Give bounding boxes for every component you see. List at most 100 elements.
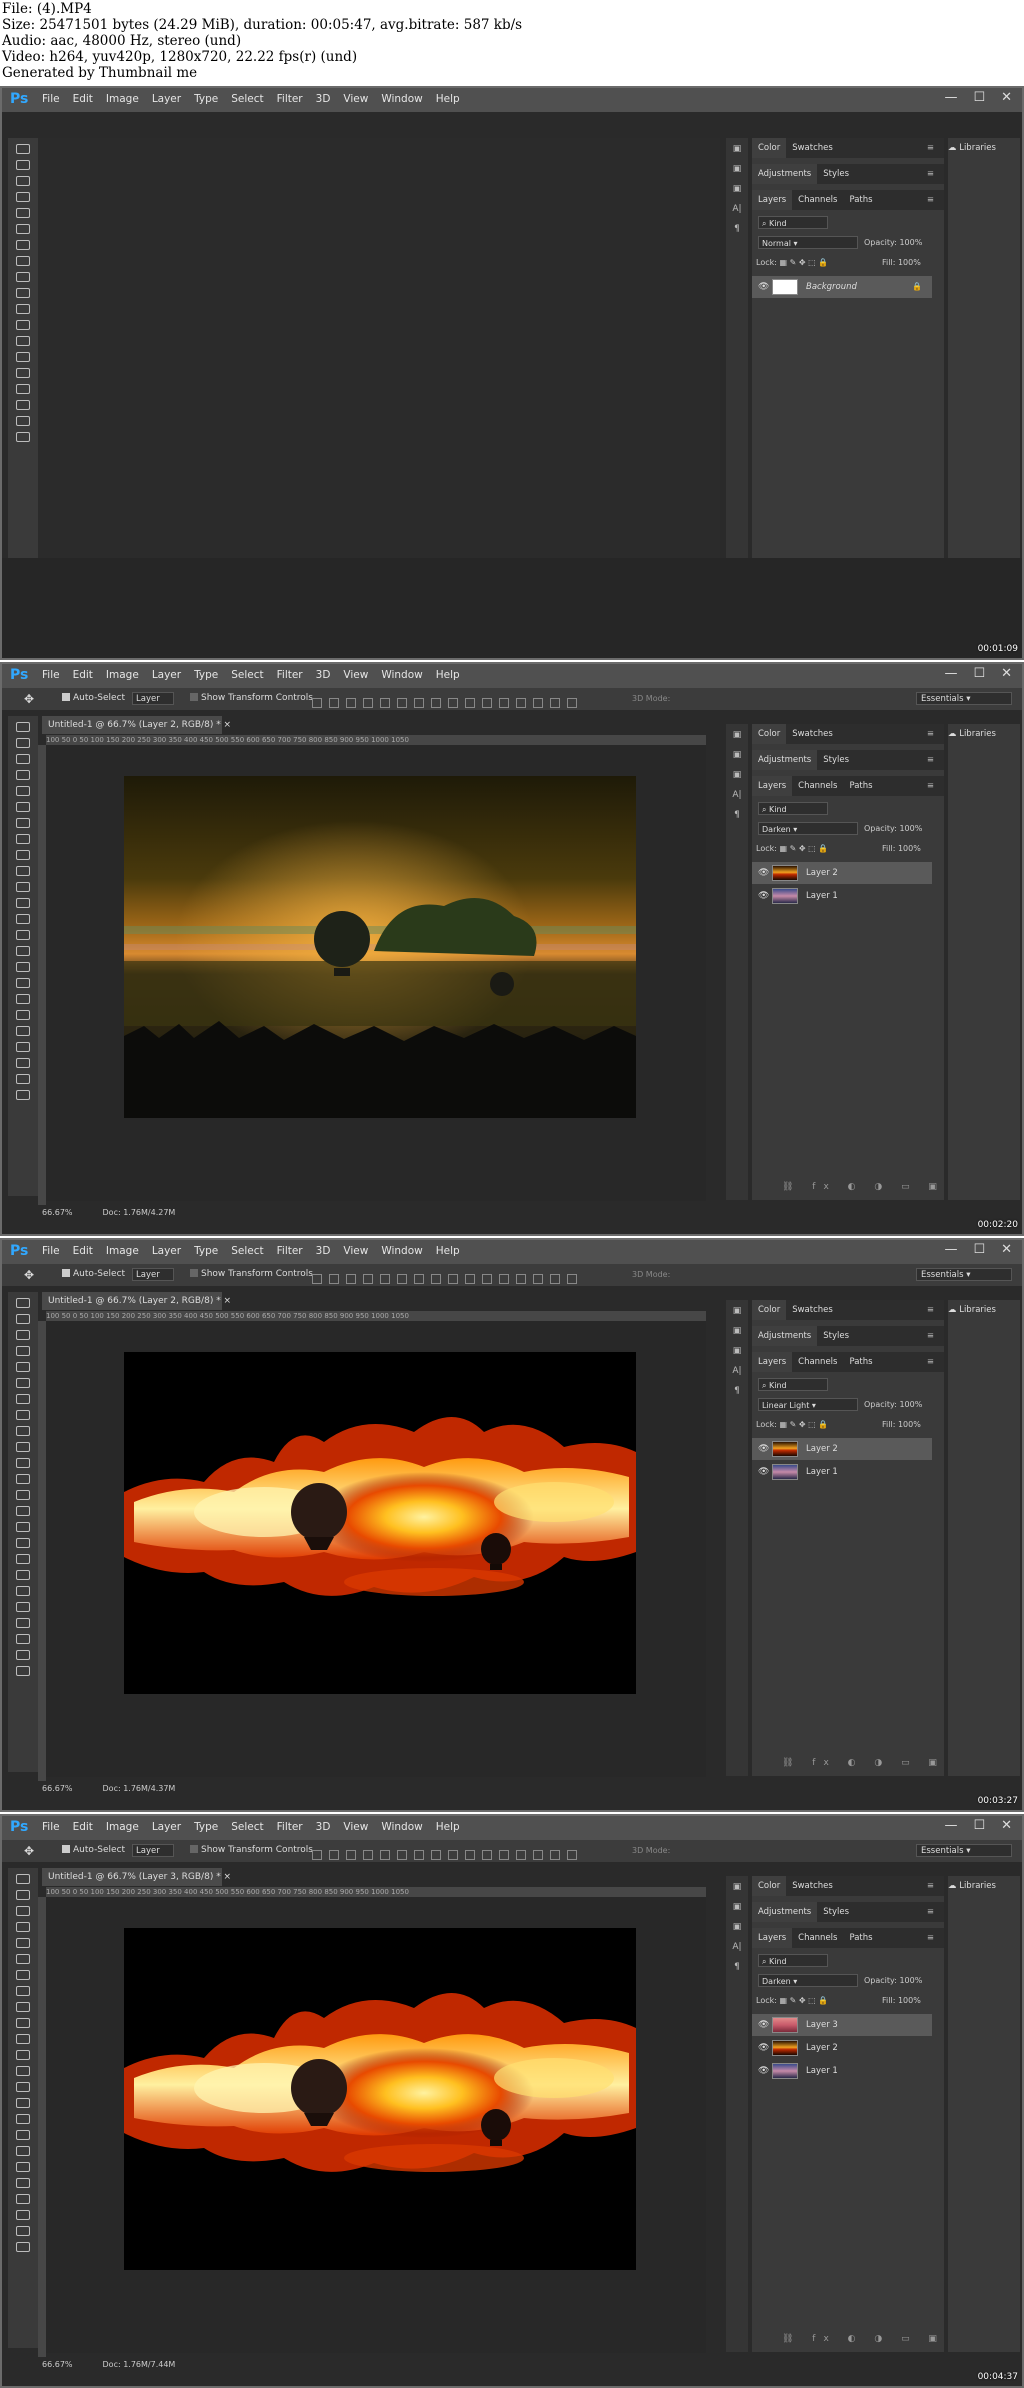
layer-row[interactable]: 👁 Layer 2 (752, 862, 932, 884)
hand-tool-icon[interactable] (16, 432, 30, 442)
maximize-button[interactable]: ☐ (973, 90, 985, 105)
panel-menu-icon[interactable]: ≡ (921, 1928, 940, 1948)
menu-item-help[interactable]: Help (436, 1821, 460, 1833)
more-tools-icon[interactable] (16, 1618, 30, 1628)
show-transform-checkbox[interactable]: Show Transform Controls (190, 1269, 313, 1279)
visibility-eye-icon[interactable]: 👁 (758, 885, 769, 907)
align-icon[interactable] (499, 698, 509, 708)
tab-paths[interactable]: Paths (843, 190, 878, 210)
tab-paths[interactable]: Paths (843, 1928, 878, 1948)
auto-select-checkbox[interactable]: Auto-Select (62, 693, 125, 703)
move-tool-icon[interactable] (16, 1298, 30, 1308)
minimize-button[interactable]: — (944, 1818, 957, 1833)
layer-row[interactable]: 👁 Layer 2 (752, 2037, 932, 2059)
lasso-tool-icon[interactable] (16, 176, 30, 186)
menu-item-filter[interactable]: Filter (277, 669, 303, 681)
history-brush-icon[interactable] (16, 1442, 30, 1452)
visibility-eye-icon[interactable]: 👁 (758, 2014, 769, 2036)
align-icon[interactable] (414, 698, 424, 708)
align-icon[interactable] (380, 698, 390, 708)
eraser-tool-icon[interactable] (16, 304, 30, 314)
color-swatches-icon[interactable] (16, 1074, 30, 1084)
paragraph-icon[interactable]: ¶ (726, 224, 748, 234)
paragraph-icon[interactable]: ¶ (726, 1962, 748, 1972)
paragraph-icon[interactable]: ¶ (726, 810, 748, 820)
tab-swatches[interactable]: Swatches (786, 138, 839, 158)
brush-presets-icon[interactable]: ▣ (726, 184, 748, 194)
tab-channels[interactable]: Channels (792, 1928, 843, 1948)
document-tab[interactable]: Untitled-1 @ 66.7% (Layer 2, RGB/8) * × (42, 716, 231, 734)
align-icon[interactable] (312, 698, 322, 708)
brush-tool-icon[interactable] (16, 1410, 30, 1420)
eraser-tool-icon[interactable] (16, 2034, 30, 2044)
align-icon[interactable] (431, 1850, 441, 1860)
move-tool-icon[interactable]: ✥ (24, 1268, 34, 1282)
opacity-control[interactable]: Opacity: 100% (864, 1400, 922, 1409)
history-icon[interactable]: ▣ (726, 1882, 748, 1892)
properties-icon[interactable]: ▣ (726, 164, 748, 174)
clone-stamp-icon[interactable] (16, 272, 30, 282)
brush-presets-icon[interactable]: ▣ (726, 1346, 748, 1356)
eyedropper-tool-icon[interactable] (16, 802, 30, 812)
eyedropper-tool-icon[interactable] (16, 224, 30, 234)
history-icon[interactable]: ▣ (726, 144, 748, 154)
crop-tool-icon[interactable] (16, 1362, 30, 1372)
visibility-eye-icon[interactable]: 👁 (758, 1438, 769, 1460)
minimize-button[interactable]: — (944, 90, 957, 105)
pen-tool-icon[interactable] (16, 368, 30, 378)
align-icon[interactable] (431, 1274, 441, 1284)
align-icon[interactable] (516, 1274, 526, 1284)
kind-filter-dropdown[interactable]: ⌕ Kind (758, 216, 828, 229)
panel-menu-icon[interactable]: ≡ (921, 1326, 940, 1346)
menu-item-file[interactable]: File (42, 93, 60, 105)
menu-item-select[interactable]: Select (231, 1821, 263, 1833)
auto-select-checkbox[interactable]: Auto-Select (62, 1269, 125, 1279)
menu-item-view[interactable]: View (343, 1821, 368, 1833)
move-tool-icon[interactable] (16, 722, 30, 732)
type-tool-icon[interactable] (16, 2114, 30, 2124)
align-icon[interactable] (363, 698, 373, 708)
tab-styles[interactable]: Styles (817, 1902, 855, 1922)
layer-row[interactable]: 👁 Layer 2 (752, 1438, 932, 1460)
tab-channels[interactable]: Channels (792, 1352, 843, 1372)
tab-swatches[interactable]: Swatches (786, 1876, 839, 1896)
menu-item-edit[interactable]: Edit (73, 93, 93, 105)
workspace-switcher[interactable]: Essentials ▾ (916, 1268, 1012, 1281)
quick-mask-icon[interactable] (16, 1666, 30, 1676)
visibility-eye-icon[interactable]: 👁 (758, 2060, 769, 2082)
hand-tool-icon[interactable] (16, 1586, 30, 1596)
align-icon[interactable] (567, 1274, 577, 1284)
hand-tool-icon[interactable] (16, 1010, 30, 1020)
align-icon[interactable] (329, 1850, 339, 1860)
align-icon[interactable] (533, 1850, 543, 1860)
auto-select-checkbox[interactable]: Auto-Select (62, 1845, 125, 1855)
align-icon[interactable] (431, 698, 441, 708)
fill-control[interactable]: Fill: 100% (882, 1996, 921, 2005)
move-tool-icon[interactable]: ✥ (24, 1844, 34, 1858)
align-icon[interactable] (448, 698, 458, 708)
blur-tool-icon[interactable] (16, 336, 30, 346)
menu-item-type[interactable]: Type (194, 669, 218, 681)
close-button[interactable]: ✕ (1001, 90, 1012, 105)
align-icon[interactable] (465, 1850, 475, 1860)
menu-item-window[interactable]: Window (381, 669, 422, 681)
menu-item-filter[interactable]: Filter (277, 1821, 303, 1833)
quick-mask-icon[interactable] (16, 1090, 30, 1100)
tab-channels[interactable]: Channels (792, 190, 843, 210)
maximize-button[interactable]: ☐ (973, 666, 985, 681)
align-icon[interactable] (312, 1850, 322, 1860)
healing-brush-icon[interactable] (16, 1970, 30, 1980)
align-icon[interactable] (516, 698, 526, 708)
quick-select-tool-icon[interactable] (16, 1346, 30, 1356)
menu-item-3d[interactable]: 3D (316, 1821, 331, 1833)
dodge-tool-icon[interactable] (16, 2082, 30, 2092)
layer-row[interactable]: 👁 Layer 1 (752, 2060, 932, 2082)
lasso-tool-icon[interactable] (16, 1330, 30, 1340)
menu-item-image[interactable]: Image (106, 1821, 139, 1833)
dodge-tool-icon[interactable] (16, 930, 30, 940)
menu-item-layer[interactable]: Layer (152, 1821, 181, 1833)
align-icon[interactable] (482, 1274, 492, 1284)
align-icon[interactable] (346, 698, 356, 708)
properties-icon[interactable]: ▣ (726, 750, 748, 760)
blur-tool-icon[interactable] (16, 2066, 30, 2076)
